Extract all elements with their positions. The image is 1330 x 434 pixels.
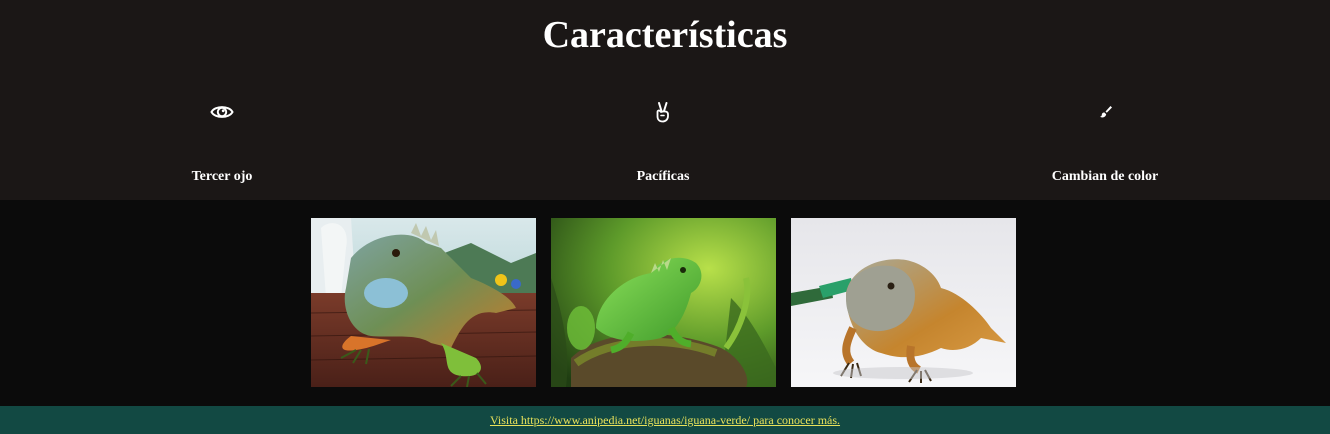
feature-label: Cambian de color — [1051, 169, 1159, 184]
iguana-photo-1 — [311, 218, 536, 387]
features-section: Características Tercer ojo Pacíficas Cam… — [0, 0, 1330, 200]
eye-icon — [210, 100, 234, 124]
iguana-photo-2 — [551, 218, 776, 387]
image-gallery — [0, 200, 1330, 406]
peace-hand-icon — [651, 100, 675, 124]
paintbrush-icon — [1093, 100, 1117, 124]
feature-label: Pacíficas — [636, 169, 690, 184]
footer: Visita https://www.anipedia.net/iguanas/… — [0, 406, 1330, 434]
feature-label: Tercer ojo — [191, 169, 253, 184]
feature-third-eye: Tercer ojo — [72, 96, 372, 196]
section-title: Características — [542, 14, 788, 56]
feature-peaceful: Pacíficas — [513, 96, 813, 196]
iguana-photo-3 — [791, 218, 1016, 387]
source-link[interactable]: Visita https://www.anipedia.net/iguanas/… — [490, 412, 840, 428]
feature-change-color: Cambian de color — [955, 96, 1255, 196]
